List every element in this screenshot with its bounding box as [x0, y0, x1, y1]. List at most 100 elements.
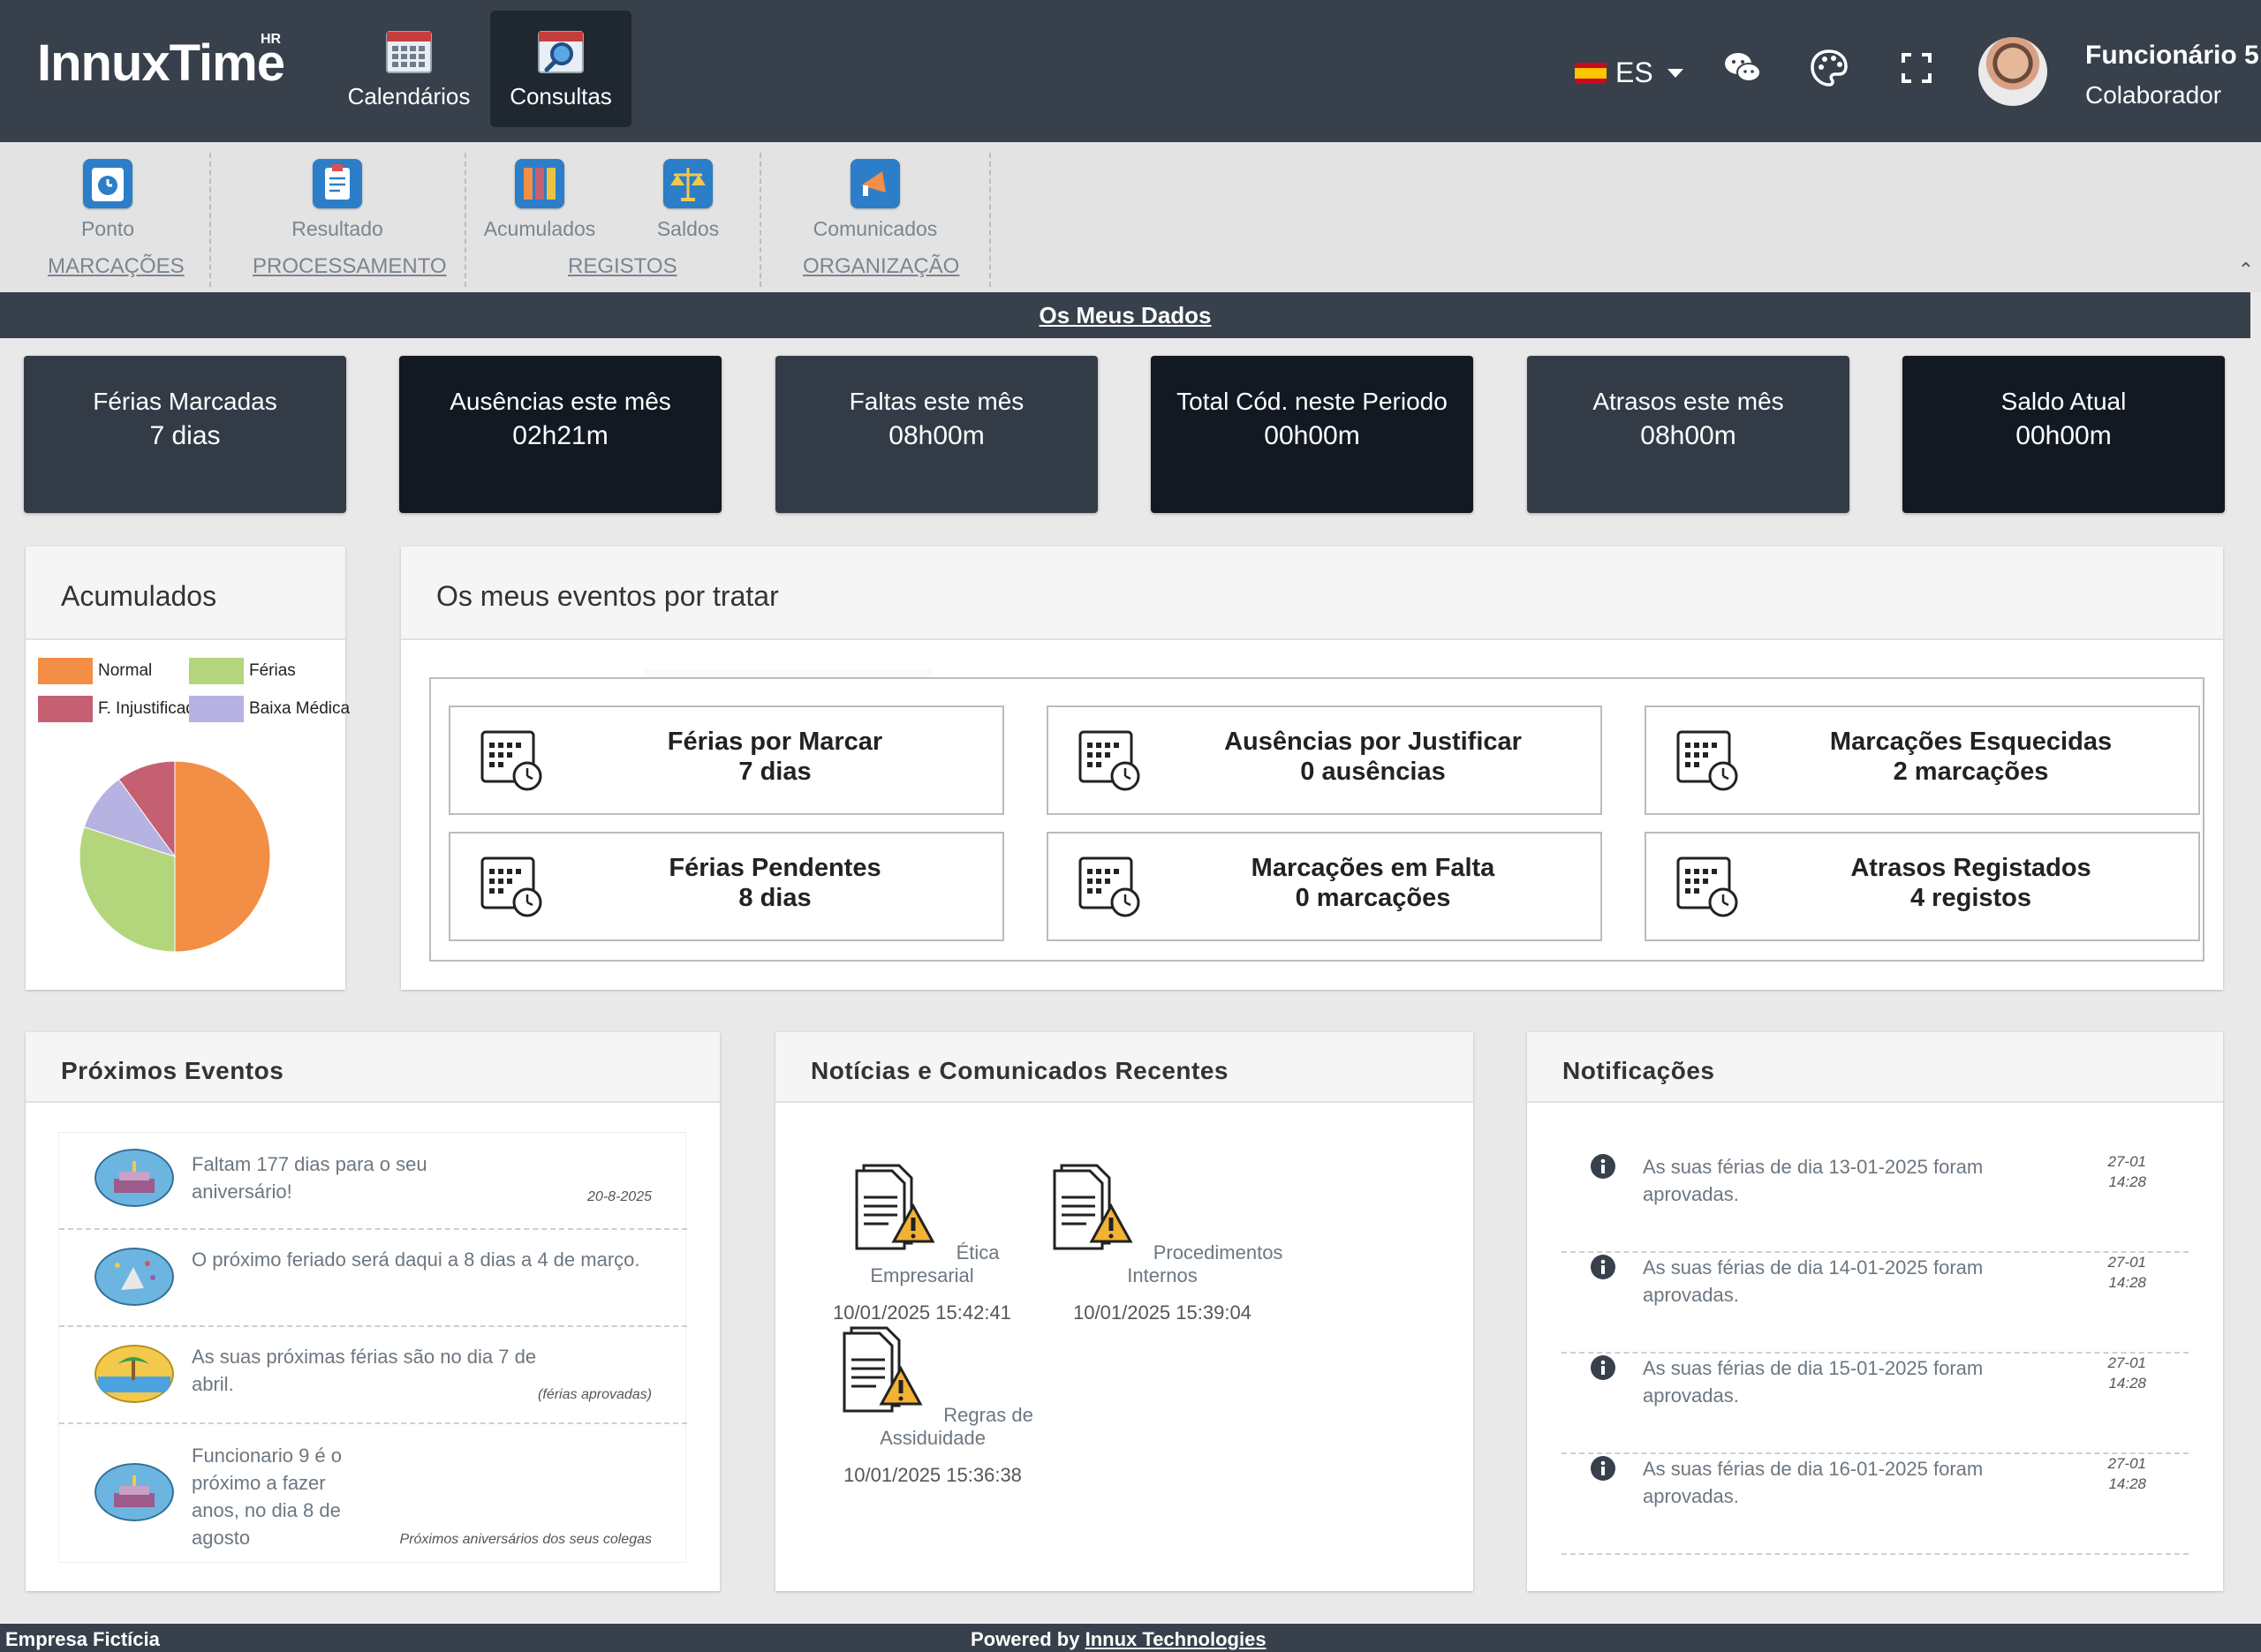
news-item-regras[interactable]: Regras de Assiduidade 10/01/2025 15:36:3…: [809, 1324, 1056, 1487]
event-text: As suas próximas férias são no dia 7 de …: [192, 1346, 537, 1395]
user-role: Colaborador: [2085, 81, 2222, 109]
legend-item[interactable]: Normal: [38, 658, 152, 684]
stat-title: Saldo Atual: [2000, 388, 2127, 415]
news-item-etica[interactable]: Ética Empresarial 10/01/2025 15:42:41: [816, 1162, 1028, 1324]
event-text: Funcionario 9 é o próximo a fazer anos, …: [192, 1445, 342, 1549]
event-card-ferias-pendentes[interactable]: Férias Pendentes 8 dias: [449, 832, 1004, 941]
stat-card-faltas[interactable]: Faltas este mês 08h00m: [775, 356, 1098, 513]
ribbon-item-resultado[interactable]: Resultado: [284, 159, 390, 241]
megaphone-icon: [851, 159, 900, 208]
event-text: O próximo feriado será daqui a 8 dias a …: [192, 1248, 640, 1271]
chat-icon[interactable]: [1722, 48, 1763, 88]
ribbon-group-marcacoes[interactable]: MARCAÇÕES: [48, 254, 185, 279]
news-date: 10/01/2025 15:36:38: [843, 1464, 1022, 1486]
ribbon-group-processamento[interactable]: PROCESSAMENTO: [253, 254, 447, 279]
event-title: Marcações Esquecidas: [1829, 728, 2113, 756]
nav-calendarios[interactable]: Calendários: [338, 11, 480, 127]
ribbon-item-saldos[interactable]: Saldos: [651, 159, 725, 241]
news-date: 10/01/2025 15:39:04: [1073, 1301, 1251, 1324]
notification-text: As suas férias de dia 13-01-2025 foram a…: [1643, 1156, 1984, 1205]
info-icon: [1591, 1355, 1615, 1380]
legend-item[interactable]: Baixa Médica: [189, 696, 350, 722]
legend-item[interactable]: Férias: [189, 658, 296, 684]
app-logo[interactable]: InnuxTime HR: [37, 32, 285, 93]
nav-consultas[interactable]: Consultas: [490, 11, 631, 127]
event-meta: Próximos aniversários dos seus colegas: [399, 1532, 652, 1547]
stat-title: Férias Marcadas: [93, 388, 277, 415]
calendar-clock-icon: [1676, 856, 1738, 917]
section-title[interactable]: Os Meus Dados: [1039, 302, 1211, 328]
legend-swatch: [38, 658, 93, 684]
news-date: 10/01/2025 15:42:41: [833, 1301, 1011, 1324]
legend-swatch: [189, 658, 244, 684]
innux-link[interactable]: Innux Technologies: [1085, 1628, 1267, 1650]
avatar[interactable]: [1978, 37, 2047, 106]
legend-item[interactable]: F. Injustificada: [38, 696, 204, 722]
event-value: 0 ausências: [1300, 758, 1446, 786]
section-title-bar: Os Meus Dados: [0, 292, 2250, 338]
stat-title: Atrasos este mês: [1592, 388, 1784, 415]
list-item: Funcionario 9 é o próximo a fazer anos, …: [59, 1424, 687, 1562]
event-value: 8 dias: [738, 884, 812, 912]
spain-flag-icon: [1575, 62, 1607, 84]
stat-card-total-cod[interactable]: Total Cód. neste Periodo 00h00m: [1151, 356, 1473, 513]
event-title: Férias por Marcar: [667, 728, 883, 756]
ribbon-divider: [989, 153, 991, 287]
ribbon-group-organizacao[interactable]: ORGANIZAÇÃO: [803, 254, 959, 279]
calendar-clock-icon: [1078, 856, 1140, 917]
document-warning-icon: [843, 1326, 923, 1413]
ribbon-divider: [209, 153, 211, 287]
fullscreen-icon[interactable]: [1896, 48, 1937, 88]
notification-datetime: 27-01 14:28: [2107, 1455, 2146, 1492]
palette-icon[interactable]: [1809, 48, 1849, 88]
ribbon-item-label: Comunicados: [813, 217, 938, 240]
event-card-marcacoes-em-falta[interactable]: Marcações em Falta 0 marcações: [1047, 832, 1602, 941]
notification-datetime: 27-01 14:28: [2107, 1354, 2146, 1392]
ribbon-item-label: Resultado: [291, 217, 383, 240]
language-code: ES: [1615, 57, 1653, 88]
panel-title: Notícias e Comunicados Recentes: [775, 1032, 1473, 1103]
event-card-ferias-por-marcar[interactable]: Férias por Marcar 7 dias: [449, 705, 1004, 815]
calendar-clock-icon: [1676, 730, 1738, 791]
calendar-icon: [386, 31, 432, 73]
user-name[interactable]: Funcionário 5: [2085, 41, 2259, 71]
stat-card-saldo-atual[interactable]: Saldo Atual 00h00m: [1902, 356, 2225, 513]
event-meta: (férias aprovadas): [538, 1387, 652, 1402]
binders-icon: [515, 159, 564, 208]
nav-label: Consultas: [510, 83, 612, 109]
notification-text: As suas férias de dia 16-01-2025 foram a…: [1643, 1458, 1984, 1507]
pie-slice-normal[interactable]: [174, 760, 271, 953]
legend-label: Férias: [249, 661, 296, 680]
ribbon-item-acumulados[interactable]: Acumulados: [480, 159, 600, 241]
panel-title: Os meus eventos por tratar: [401, 547, 2223, 640]
event-value: 2 marcações: [1893, 758, 2049, 786]
stat-card-ausencias[interactable]: Ausências este mês 02h21m: [399, 356, 722, 513]
event-card-ausencias-por-justificar[interactable]: Ausências por Justificar 0 ausências: [1047, 705, 1602, 815]
ribbon-item-label: Ponto: [80, 217, 135, 240]
notification-item[interactable]: As suas férias de dia 13-01-2025 foram a…: [1562, 1153, 2189, 1253]
panel-title: Acumulados: [26, 547, 345, 640]
stat-value: 7 dias: [149, 421, 221, 450]
stat-value: 08h00m: [889, 421, 985, 450]
ribbon-group-registos[interactable]: REGISTOS: [568, 254, 677, 279]
event-card-marcacoes-esquecidas[interactable]: Marcações Esquecidas 2 marcações: [1645, 705, 2200, 815]
language-selector[interactable]: ES: [1575, 57, 1683, 89]
clipboard-icon: [313, 159, 362, 208]
legend-label: Baixa Médica: [249, 699, 351, 718]
notification-item[interactable]: As suas férias de dia 16-01-2025 foram a…: [1562, 1455, 2189, 1555]
ribbon-item-ponto[interactable]: Ponto: [72, 159, 143, 241]
event-title: Ausências por Justificar: [1224, 728, 1522, 756]
news-item-procedimentos[interactable]: Procedimentos Internos 10/01/2025 15:39:…: [1039, 1162, 1286, 1324]
ribbon-item-comunicados[interactable]: Comunicados: [808, 159, 942, 241]
notification-item[interactable]: As suas férias de dia 15-01-2025 foram a…: [1562, 1354, 2189, 1454]
stat-card-ferias-marcadas[interactable]: Férias Marcadas 7 dias: [24, 356, 346, 513]
ribbon-item-label: Saldos: [656, 217, 720, 240]
legend-swatch: [38, 696, 93, 722]
event-value: 4 registos: [1910, 884, 2031, 912]
stat-card-atrasos[interactable]: Atrasos este mês 08h00m: [1527, 356, 1849, 513]
ribbon-divider: [760, 153, 761, 287]
collapse-ribbon-icon[interactable]: ⌃: [2238, 259, 2254, 282]
notification-item[interactable]: As suas férias de dia 14-01-2025 foram a…: [1562, 1254, 2189, 1354]
company-name: Empresa Fictícia: [5, 1628, 160, 1650]
event-card-atrasos-registados[interactable]: Atrasos Registados 4 registos: [1645, 832, 2200, 941]
